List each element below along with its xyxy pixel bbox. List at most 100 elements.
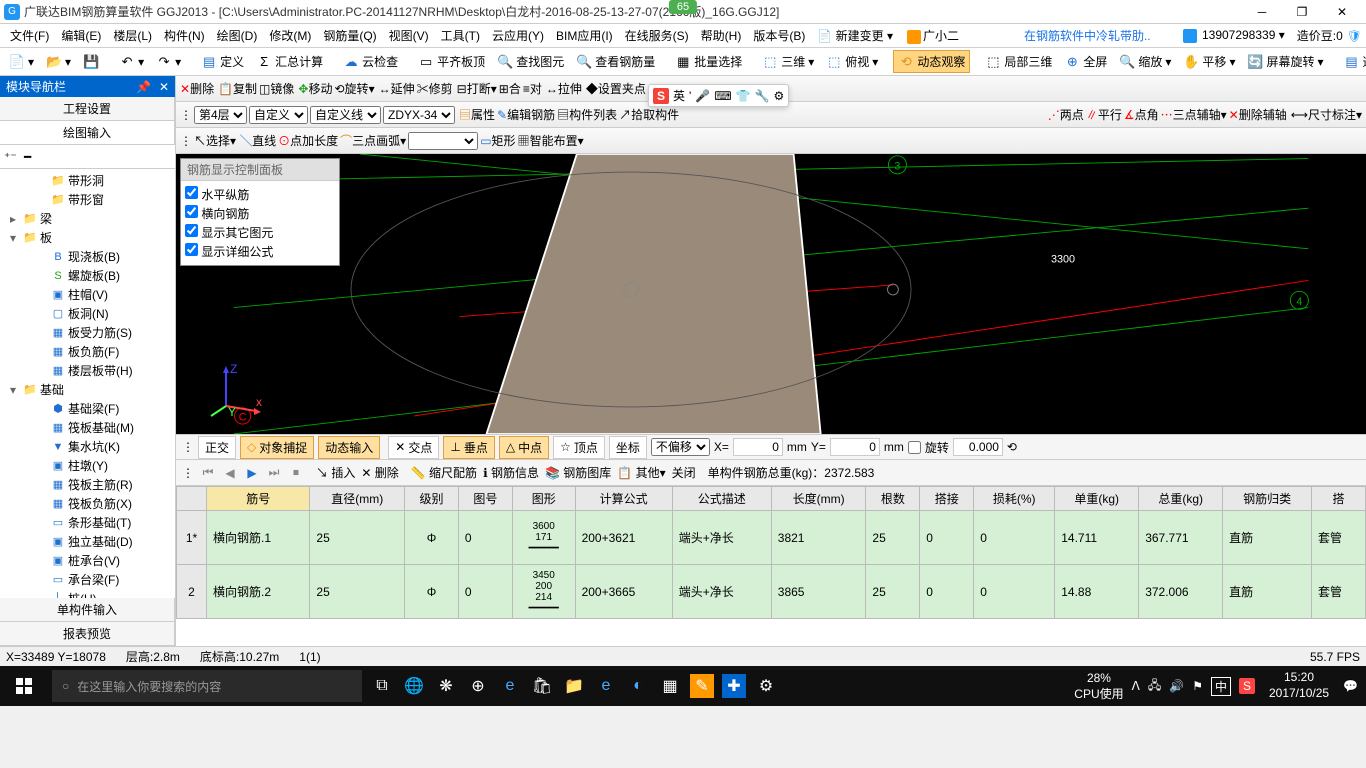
column-header[interactable] bbox=[177, 487, 207, 511]
zoom-button[interactable]: 🔍缩放▾ bbox=[1114, 50, 1176, 73]
notification-badge[interactable]: 65 bbox=[669, 0, 697, 14]
scale-button[interactable]: 📏 缩尺配筋 bbox=[411, 464, 477, 481]
explorer-icon[interactable]: 📁 bbox=[558, 666, 590, 706]
tab-draw-input[interactable]: 绘图输入 bbox=[0, 121, 175, 144]
column-header[interactable]: 根数 bbox=[866, 487, 920, 511]
open-button[interactable]: 📂▾ bbox=[41, 51, 76, 73]
tree-node[interactable]: 📁带形窗 bbox=[2, 190, 173, 209]
tree-node[interactable]: ▣桩承台(V) bbox=[2, 551, 173, 570]
tree-node[interactable]: B现浇板(B) bbox=[2, 247, 173, 266]
property-button[interactable]: ▤属性 bbox=[459, 106, 495, 123]
new-button[interactable]: 📄▾ bbox=[4, 51, 39, 73]
arc-select[interactable] bbox=[408, 132, 478, 150]
taskbar-clock[interactable]: 15:202017/10/25 bbox=[1263, 670, 1335, 701]
menu-item[interactable]: 云应用(Y) bbox=[486, 26, 550, 46]
subcategory-select[interactable]: 自定义线 bbox=[310, 106, 381, 124]
other-button[interactable]: 📋 其他▾ bbox=[617, 464, 665, 481]
two-point-button[interactable]: ⋰两点 bbox=[1048, 106, 1084, 123]
tray-up-icon[interactable]: ᐱ bbox=[1132, 679, 1140, 693]
define-button[interactable]: ▤定义 bbox=[196, 50, 249, 73]
mid-button[interactable]: △ 中点 bbox=[499, 436, 549, 459]
tree-node[interactable]: ▭条形基础(T) bbox=[2, 513, 173, 532]
trim-button[interactable]: ✂修剪 bbox=[417, 80, 453, 97]
3d-viewport[interactable]: 3 4 C 3300 钢筋显示控制面板 水平纵筋 横向钢筋 显示其它图元 显示详… bbox=[176, 154, 1366, 434]
menu-item[interactable]: 在线服务(S) bbox=[619, 26, 695, 46]
column-header[interactable]: 总重(kg) bbox=[1139, 487, 1223, 511]
app3-icon[interactable]: ⊕ bbox=[462, 666, 494, 706]
close-button[interactable]: ✕ bbox=[1322, 0, 1362, 24]
pick-component-button[interactable]: ↗拾取构件 bbox=[619, 106, 679, 123]
app4-icon[interactable]: ◐ bbox=[622, 666, 654, 706]
move-button[interactable]: ✥移动 bbox=[298, 80, 332, 97]
refresh-icon[interactable]: 🛡 bbox=[1347, 29, 1362, 43]
column-header[interactable]: 图形 bbox=[512, 487, 575, 511]
select-button[interactable]: ↖选择▾ bbox=[194, 132, 236, 149]
extend-button[interactable]: ↔延伸 bbox=[379, 80, 415, 97]
rebar-lib-button[interactable]: 📚 钢筋图库 bbox=[545, 464, 611, 481]
local-3d-button[interactable]: ⬚局部三维 bbox=[980, 50, 1057, 73]
column-header[interactable]: 钢筋归类 bbox=[1223, 487, 1312, 511]
vbar-icon[interactable]: ⋮ bbox=[180, 108, 192, 122]
collapse-icon[interactable]: ━ bbox=[24, 150, 40, 164]
setpin-button[interactable]: ◆设置夹点 bbox=[586, 80, 646, 97]
tree-node[interactable]: ▦筏板基础(M) bbox=[2, 418, 173, 437]
menu-item[interactable]: 构件(N) bbox=[158, 26, 211, 46]
tree-node[interactable]: ▣柱帽(V) bbox=[2, 285, 173, 304]
align-button[interactable]: ≡对 bbox=[523, 80, 542, 97]
phone-label[interactable]: 13907298339 ▾ bbox=[1181, 28, 1285, 43]
column-header[interactable]: 搭 bbox=[1312, 487, 1366, 511]
viewport-canvas[interactable]: 3 4 C 3300 bbox=[176, 154, 1366, 434]
column-header[interactable]: 筋号 bbox=[207, 487, 310, 511]
menu-item[interactable]: 工具(T) bbox=[435, 26, 486, 46]
panel-close-icon[interactable]: ✕ bbox=[159, 80, 169, 94]
tree-node[interactable]: ⬢基础梁(F) bbox=[2, 399, 173, 418]
ime-gear-icon[interactable]: ⚙ bbox=[774, 89, 785, 103]
ortho-button[interactable]: 正交 bbox=[198, 436, 236, 459]
menu-new-change[interactable]: 📄 新建变更 ▾ bbox=[811, 24, 899, 47]
taskbar-search[interactable]: ○ 在这里输入你要搜索的内容 bbox=[52, 670, 362, 702]
cpu-meter[interactable]: 28%CPU使用 bbox=[1074, 671, 1123, 702]
menu-item[interactable]: 版本号(B) bbox=[747, 26, 811, 46]
tree-node[interactable]: ▣独立基础(D) bbox=[2, 532, 173, 551]
tree-node[interactable]: ▭承台梁(F) bbox=[2, 570, 173, 589]
start-button[interactable] bbox=[0, 666, 48, 706]
menu-item[interactable]: 视图(V) bbox=[383, 26, 435, 46]
tree-node[interactable]: ▢板洞(N) bbox=[2, 304, 173, 323]
maximize-button[interactable]: ❐ bbox=[1282, 0, 1322, 24]
insert-button[interactable]: ↘ 插入 bbox=[316, 464, 355, 481]
ime-lang-label[interactable]: 英 bbox=[673, 87, 685, 104]
point-angle-button[interactable]: ∡点角 bbox=[1124, 106, 1159, 123]
task-view-icon[interactable]: ⧉ bbox=[366, 666, 398, 706]
3d-button[interactable]: ⬚三维▾ bbox=[757, 50, 819, 73]
ie-icon[interactable]: e bbox=[590, 666, 622, 706]
offset-select[interactable]: 不偏移 bbox=[651, 438, 710, 456]
tree-node[interactable]: ▦楼层板带(H) bbox=[2, 361, 173, 380]
pan-button[interactable]: ✋平移▾ bbox=[1178, 50, 1240, 73]
tree-node[interactable]: ▼集水坑(K) bbox=[2, 437, 173, 456]
rebar-checkbox-row[interactable]: 横向钢筋 bbox=[185, 204, 335, 223]
rotate-button[interactable]: ⟲旋转▾ bbox=[334, 80, 374, 97]
aux-axis-button[interactable]: ⋯三点辅轴▾ bbox=[1161, 106, 1227, 123]
tree-node[interactable]: ▦筏板主筋(R) bbox=[2, 475, 173, 494]
vbar2-icon[interactable]: ⋮ bbox=[180, 134, 192, 148]
next-button[interactable]: ▶ bbox=[244, 465, 260, 481]
table-row[interactable]: 1*横向钢筋.125Φ03600171━━━━━200+3621端头+净长382… bbox=[177, 511, 1366, 565]
coord-button[interactable]: 坐标 bbox=[609, 436, 647, 459]
find-rebar-button[interactable]: 🔍查看钢筋量 bbox=[571, 50, 660, 73]
flat-top-button[interactable]: ▭平齐板顶 bbox=[413, 50, 490, 73]
component-list-button[interactable]: ▤构件列表 bbox=[557, 106, 617, 123]
ime-tool-icon[interactable]: 🔧 bbox=[755, 89, 770, 103]
tree-node[interactable]: ▸📁梁 bbox=[2, 209, 173, 228]
ime-indicator[interactable]: 中 bbox=[1211, 677, 1231, 696]
tray-vol-icon[interactable]: 🔊 bbox=[1169, 679, 1184, 693]
y-input[interactable] bbox=[830, 438, 880, 456]
rebar-checkbox-row[interactable]: 显示其它图元 bbox=[185, 223, 335, 242]
rotate-input[interactable] bbox=[953, 438, 1003, 456]
mirror-button[interactable]: ◫镜像 bbox=[259, 80, 294, 97]
tree-node[interactable]: 📁带形洞 bbox=[2, 171, 173, 190]
menu-item[interactable]: 绘图(D) bbox=[211, 26, 264, 46]
app7-icon[interactable]: ✚ bbox=[722, 674, 746, 698]
category-select[interactable]: 自定义 bbox=[249, 106, 308, 124]
column-header[interactable]: 级别 bbox=[405, 487, 459, 511]
menu-item[interactable]: BIM应用(I) bbox=[550, 26, 619, 46]
